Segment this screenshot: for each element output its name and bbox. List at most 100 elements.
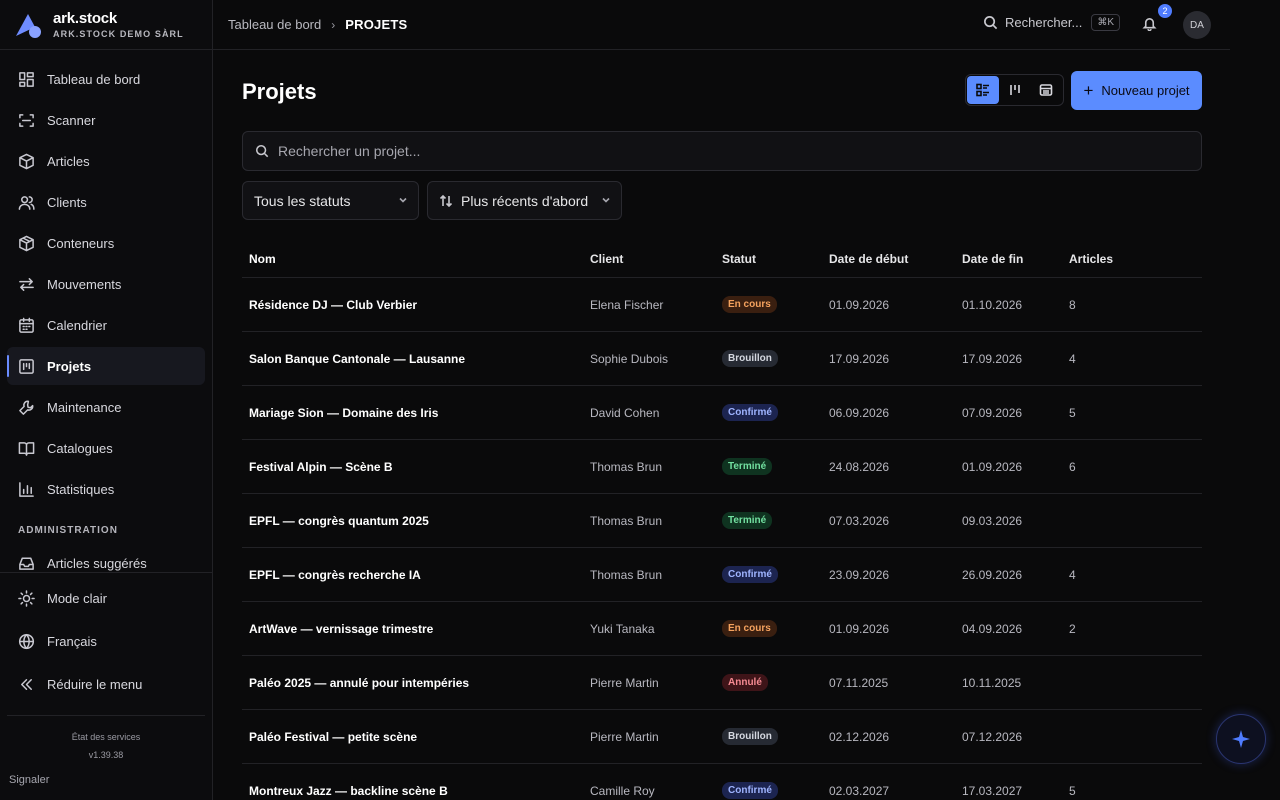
search-icon xyxy=(984,16,998,30)
sidebar-item-calendrier[interactable]: Calendrier xyxy=(7,306,205,344)
new-project-label: Nouveau projet xyxy=(1101,83,1190,98)
project-search-input[interactable] xyxy=(278,143,1178,159)
users-icon xyxy=(18,195,35,210)
column-header-articles[interactable]: Articles xyxy=(1069,252,1169,266)
project-end-date: 17.03.2027 xyxy=(962,783,1023,798)
table-row[interactable]: ArtWave — vernissage trimestre Yuki Tanak… xyxy=(242,602,1202,656)
status-filter-select[interactable]: Tous les statuts xyxy=(242,181,419,220)
report-link[interactable]: Signaler xyxy=(9,774,49,786)
new-project-button[interactable]: + Nouveau projet xyxy=(1071,71,1202,110)
sparkle-icon xyxy=(1232,730,1250,748)
sidebar-item-scanner[interactable]: Scanner xyxy=(7,101,205,139)
theme-toggle-label: Mode clair xyxy=(47,590,107,606)
status-filter-value: Tous les statuts xyxy=(254,192,351,209)
column-header-debut[interactable]: Date de début xyxy=(829,252,962,266)
status-badge: Confirmé xyxy=(722,782,778,799)
page-title: Projets xyxy=(242,79,317,104)
theme-toggle[interactable]: Mode clair xyxy=(7,579,205,617)
sun-icon xyxy=(18,589,35,607)
sidebar-footer: État des services v1.39.38 xyxy=(7,715,205,764)
sidebar-item-articles[interactable]: Articles xyxy=(7,142,205,180)
global-search-button[interactable]: Rechercher... ⌘K xyxy=(983,14,1120,31)
table-header: Nom Client Statut Date de début Date de … xyxy=(242,240,1202,278)
project-end-date: 10.11.2025 xyxy=(962,675,1022,690)
project-client: Thomas Brun xyxy=(590,459,663,474)
sidebar-item-clients[interactable]: Clients xyxy=(7,183,205,221)
sidebar-item-label: Clients xyxy=(47,194,87,210)
scan-icon xyxy=(19,113,34,127)
table-row[interactable]: Paléo 2025 — annulé pour intempéries Pier… xyxy=(242,656,1202,710)
project-articles-count: 4 xyxy=(1069,567,1076,582)
column-header-fin[interactable]: Date de fin xyxy=(962,252,1069,266)
sidebar-item-maintenance[interactable]: Maintenance xyxy=(7,388,205,426)
project-client: Thomas Brun xyxy=(590,513,663,528)
project-client: Yuki Tanaka xyxy=(590,621,655,636)
status-badge: Annulé xyxy=(722,674,768,691)
project-name: Festival Alpin — Scène B xyxy=(249,459,393,474)
table-row[interactable]: Salon Banque Cantonale — Lausanne Sophie … xyxy=(242,332,1202,386)
status-badge: En cours xyxy=(722,620,777,637)
search-shortcut: ⌘K xyxy=(1091,14,1120,31)
archive-view-button[interactable] xyxy=(1030,76,1062,104)
plus-icon: + xyxy=(1083,80,1094,100)
table-row[interactable]: Montreux Jazz — backline scène B Camille … xyxy=(242,764,1202,800)
sidebar-item-label: Projets xyxy=(47,358,92,374)
table-row[interactable]: Festival Alpin — Scène B Thomas Brun Termi… xyxy=(242,440,1202,494)
column-header-statut[interactable]: Statut xyxy=(722,252,829,266)
status-badge: Terminé xyxy=(722,458,773,475)
project-search xyxy=(242,131,1202,171)
column-header-client[interactable]: Client xyxy=(590,252,722,266)
project-client: David Cohen xyxy=(590,405,660,420)
table-row[interactable]: Résidence DJ — Club Verbier Elena Fischer… xyxy=(242,278,1202,332)
project-start-date: 07.11.2025 xyxy=(829,675,889,690)
kanban-view-button[interactable] xyxy=(999,76,1031,104)
breadcrumb-home[interactable]: Tableau de bord xyxy=(228,17,321,32)
sidebar-item-projets[interactable]: Projets xyxy=(7,347,205,385)
project-client: Sophie Dubois xyxy=(590,351,669,366)
column-header-nom[interactable]: Nom xyxy=(242,252,590,266)
table-row[interactable]: EPFL — congrès quantum 2025 Thomas Brun Te… xyxy=(242,494,1202,548)
sidebar-item-catalogues[interactable]: Catalogues xyxy=(7,429,205,467)
list-view-button[interactable] xyxy=(967,76,999,104)
collapse-menu-button[interactable]: Réduire le menu xyxy=(7,665,205,703)
app-version: v1.39.38 xyxy=(88,750,124,760)
sidebar-item-statistiques[interactable]: Statistiques xyxy=(7,470,205,508)
status-badge: Terminé xyxy=(722,512,773,529)
brand[interactable]: ark.stock ARK.STOCK DEMO SÀRL xyxy=(0,0,212,50)
status-badge: Confirmé xyxy=(722,404,778,421)
sidebar-item-label: Tableau de bord xyxy=(47,71,141,87)
ai-assistant-button[interactable] xyxy=(1216,714,1266,764)
project-end-date: 07.12.2026 xyxy=(962,729,1023,744)
project-client: Camille Roy xyxy=(590,783,655,798)
notifications-badge: 2 xyxy=(1158,4,1172,18)
table-row[interactable]: EPFL — congrès recherche IA Thomas Brun Co… xyxy=(242,548,1202,602)
sidebar-item-label: Articles xyxy=(47,153,90,169)
sidebar-item-label: Statistiques xyxy=(47,481,115,497)
project-client: Thomas Brun xyxy=(590,567,663,582)
sort-select[interactable]: Plus récents d'abord xyxy=(427,181,622,220)
table-row[interactable]: Mariage Sion — Domaine des Iris David Coh… xyxy=(242,386,1202,440)
collapse-menu-label: Réduire le menu xyxy=(47,676,143,692)
project-status-cell: Confirmé xyxy=(722,782,829,799)
sidebar-item-mouvements[interactable]: Mouvements xyxy=(7,265,205,303)
sidebar-item-label: Scanner xyxy=(47,112,96,128)
project-start-date: 17.09.2026 xyxy=(829,351,890,366)
project-end-date: 17.09.2026 xyxy=(962,351,1023,366)
user-avatar[interactable]: DA xyxy=(1183,11,1211,39)
project-status-cell: En cours xyxy=(722,620,829,637)
project-name: Salon Banque Cantonale — Lausanne xyxy=(249,351,466,366)
notifications-button[interactable]: 2 xyxy=(1142,4,1172,36)
calendar-icon xyxy=(19,317,34,333)
sidebar-item-label: Conteneurs xyxy=(47,235,115,251)
project-articles-count: 5 xyxy=(1069,783,1076,798)
project-start-date: 24.08.2026 xyxy=(829,459,890,474)
language-selector[interactable]: Français xyxy=(7,622,205,660)
service-status-link[interactable]: État des services xyxy=(7,728,205,746)
sidebar-item-dashboard[interactable]: Tableau de bord xyxy=(7,60,205,98)
sidebar-item-conteneurs[interactable]: Conteneurs xyxy=(7,224,205,262)
language-label: Français xyxy=(47,633,97,649)
project-start-date: 01.09.2026 xyxy=(829,297,890,312)
arrows-icon xyxy=(19,277,34,291)
table-row[interactable]: Paléo Festival — petite scène Pierre Mart… xyxy=(242,710,1202,764)
archive-icon xyxy=(1039,84,1053,96)
